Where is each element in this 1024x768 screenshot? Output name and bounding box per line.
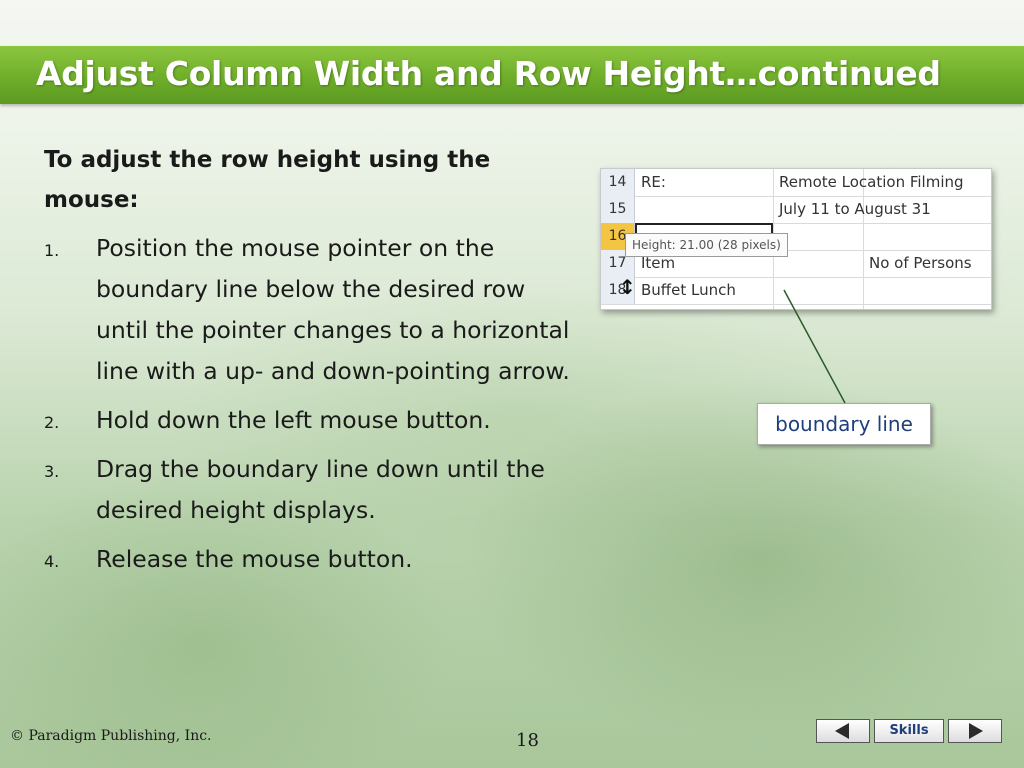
spreadsheet-screenshot: 14 RE: Remote Location Filming 15 July 1…: [600, 168, 992, 310]
step-text: Release the mouse button.: [96, 545, 413, 573]
table-row: 14 RE: Remote Location Filming: [601, 169, 991, 197]
step-text: Drag the boundary line down until the de…: [96, 455, 545, 524]
slide-title: Adjust Column Width and Row Height…conti…: [36, 54, 941, 93]
table-row: 18 Buffet Lunch: [601, 277, 991, 305]
cell: Buffet Lunch: [641, 281, 736, 299]
step-number: 4.: [44, 552, 60, 571]
step-text: Hold down the left mouse button.: [96, 406, 491, 434]
step-item: 2. Hold down the left mouse button.: [44, 400, 584, 441]
step-text: Position the mouse pointer on the bounda…: [96, 234, 570, 385]
next-arrow-icon: [969, 723, 983, 739]
cell: July 11 to August 31: [779, 200, 931, 218]
step-item: 3. Drag the boundary line down until the…: [44, 449, 584, 531]
row-height-tooltip: Height: 21.00 (28 pixels): [625, 233, 788, 257]
cell: RE:: [641, 173, 666, 191]
resize-cursor-icon: ↕: [619, 275, 636, 299]
step-number: 2.: [44, 413, 60, 432]
row-header: 14: [601, 169, 635, 196]
next-button[interactable]: [948, 719, 1002, 743]
boundary-line-callout: boundary line: [757, 403, 931, 445]
cell: Remote Location Filming: [779, 173, 964, 191]
previous-button[interactable]: [816, 719, 870, 743]
step-number: 3.: [44, 462, 60, 481]
slide-navigation: Skills: [816, 719, 1002, 745]
step-item: 4. Release the mouse button.: [44, 539, 584, 580]
cell: No of Persons: [869, 254, 972, 272]
title-bar: Adjust Column Width and Row Height…conti…: [0, 46, 1024, 104]
step-number: 1.: [44, 241, 60, 260]
page-number: 18: [516, 730, 539, 751]
step-item: 1. Position the mouse pointer on the bou…: [44, 228, 584, 392]
table-row: 15 July 11 to August 31: [601, 196, 991, 224]
row-header: 15: [601, 196, 635, 223]
previous-arrow-icon: [835, 723, 849, 739]
skills-button[interactable]: Skills: [874, 719, 944, 743]
steps-list: 1. Position the mouse pointer on the bou…: [44, 228, 584, 588]
subheading: To adjust the row height using the mouse…: [44, 147, 491, 213]
copyright: © Paradigm Publishing, Inc.: [10, 728, 212, 744]
